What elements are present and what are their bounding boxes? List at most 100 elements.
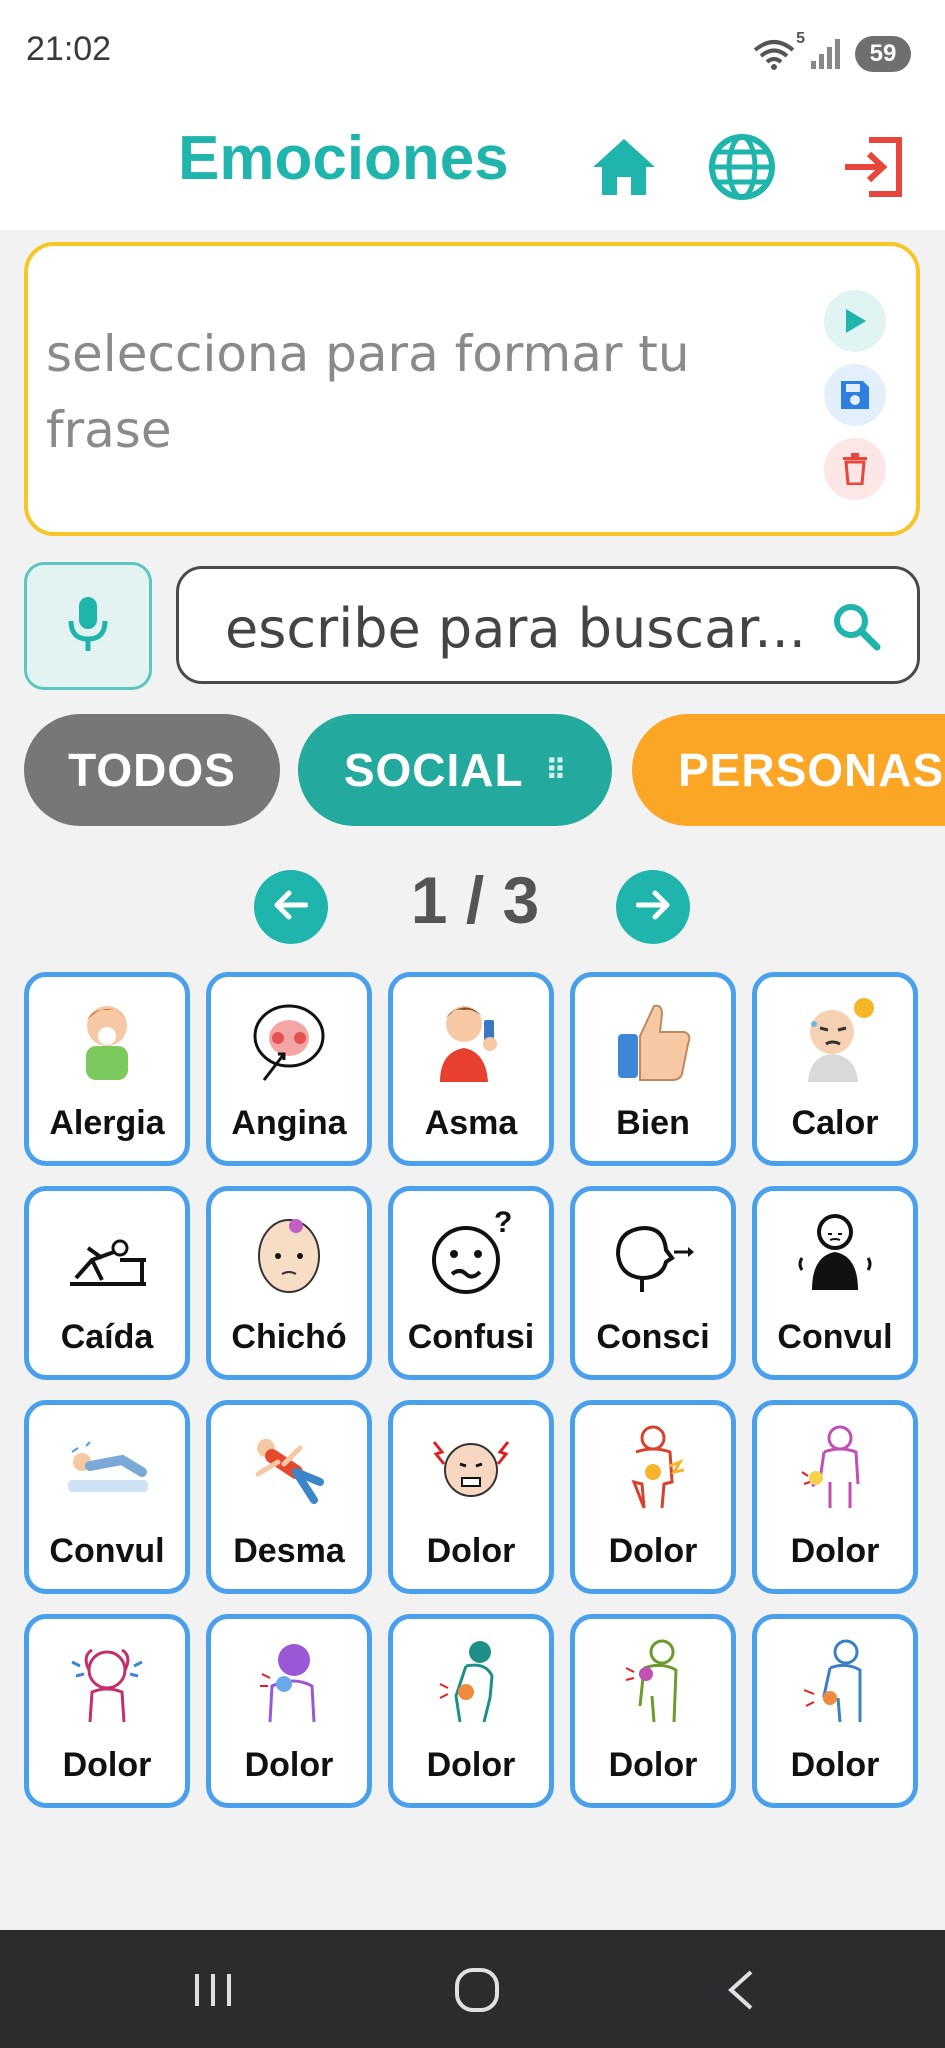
sneezing-child-icon — [59, 991, 155, 1087]
tile-label: Chichó — [231, 1318, 347, 1356]
stomach-pain-icon — [605, 1419, 701, 1515]
microphone-button[interactable] — [24, 562, 152, 690]
back-icon[interactable] — [706, 1960, 776, 2020]
tile-label: Desma — [233, 1532, 345, 1570]
globe-icon[interactable] — [704, 129, 780, 205]
pain-face-icon — [423, 1419, 519, 1515]
conscious-head-icon — [605, 1205, 701, 1301]
pictogram-tile[interactable]: Dolor — [752, 1400, 918, 1594]
inhaler-icon — [423, 991, 519, 1087]
signal-icon — [809, 37, 843, 71]
chip-label: PERSONAS — [678, 744, 945, 796]
pictogram-grid: Alergia Angina Asma Bien Calor Caída Chi… — [24, 972, 922, 1808]
throat-pain-icon — [241, 1633, 337, 1729]
save-icon[interactable] — [824, 364, 886, 426]
pictogram-tile[interactable]: Convul — [752, 1186, 918, 1380]
hot-sweating-icon — [787, 991, 883, 1087]
pictogram-tile[interactable]: Consci — [570, 1186, 736, 1380]
pictogram-tile[interactable]: ? Confusi — [388, 1186, 554, 1380]
pictogram-tile[interactable]: Chichó — [206, 1186, 372, 1380]
headache-icon — [59, 1633, 155, 1729]
tile-label: Convul — [777, 1318, 893, 1356]
tile-label: Dolor — [790, 1532, 880, 1570]
tile-label: Alergia — [49, 1104, 165, 1142]
exit-icon[interactable] — [834, 129, 910, 205]
hand-pain-icon — [787, 1633, 883, 1729]
play-icon[interactable] — [824, 290, 886, 352]
convulsion-person-icon — [787, 1205, 883, 1301]
drag-handle-icon[interactable]: ⠿ — [546, 754, 567, 787]
chip-label: SOCIAL — [343, 744, 524, 796]
open-mouth-throat-icon — [241, 991, 337, 1087]
pictogram-tile[interactable]: Angina — [206, 972, 372, 1166]
phrase-box[interactable]: selecciona para formar tu frase — [24, 242, 920, 536]
pictogram-tile[interactable]: Calor — [752, 972, 918, 1166]
tile-label: Dolor — [426, 1532, 516, 1570]
search-placeholder: escribe para buscar... — [225, 597, 806, 660]
tile-label: Dolor — [426, 1746, 516, 1784]
tile-label: Calor — [791, 1104, 879, 1142]
app-header: Emociones — [0, 105, 945, 230]
system-nav-bar — [0, 1930, 945, 2048]
back-pain-icon — [423, 1633, 519, 1729]
tile-label: Caída — [60, 1318, 154, 1356]
search-input[interactable]: escribe para buscar... — [176, 566, 920, 684]
pictogram-tile[interactable]: Convul — [24, 1400, 190, 1594]
thumbs-up-icon — [605, 991, 701, 1087]
tile-label: Dolor — [790, 1746, 880, 1784]
pictogram-tile[interactable]: Bien — [570, 972, 736, 1166]
pictogram-tile[interactable]: Asma — [388, 972, 554, 1166]
trash-icon[interactable] — [824, 438, 886, 500]
tile-label: Convul — [49, 1532, 165, 1570]
pictogram-tile[interactable]: Caída — [24, 1186, 190, 1380]
prev-page-button[interactable] — [254, 870, 328, 944]
status-time: 21:02 — [26, 30, 112, 68]
tile-label: Consci — [596, 1318, 710, 1356]
tile-label: Dolor — [62, 1746, 152, 1784]
tile-label: Angina — [231, 1104, 347, 1142]
status-bar: 21:02 5 59 — [0, 0, 945, 105]
recent-apps-icon[interactable] — [178, 1960, 248, 2020]
pictogram-tile[interactable]: Dolor — [570, 1614, 736, 1808]
category-chip-todos[interactable]: TODOS — [24, 714, 280, 826]
microphone-icon — [66, 595, 110, 658]
search-icon[interactable] — [829, 599, 883, 653]
arrow-left-icon — [274, 890, 309, 925]
pictogram-tile[interactable]: Dolor — [752, 1614, 918, 1808]
page-indicator: 1 / 3 — [410, 863, 540, 937]
falling-person-icon — [59, 1205, 155, 1301]
chip-label: TODOS — [68, 744, 236, 796]
pictogram-tile[interactable]: Alergia — [24, 972, 190, 1166]
tile-label: Dolor — [608, 1532, 698, 1570]
page-title: Emociones — [178, 124, 509, 193]
confused-face-icon: ? — [423, 1205, 519, 1301]
pictogram-tile[interactable]: Dolor — [24, 1614, 190, 1808]
tile-label: Asma — [424, 1104, 518, 1142]
pictogram-tile[interactable]: Dolor — [388, 1400, 554, 1594]
category-chip-personas[interactable]: PERSONAS — [632, 714, 945, 826]
fainting-icon — [241, 1419, 337, 1515]
pictogram-tile[interactable]: Dolor — [570, 1400, 736, 1594]
category-chip-social[interactable]: SOCIAL ⠿ — [298, 714, 612, 826]
tile-label: Bien — [616, 1104, 690, 1142]
pictogram-tile[interactable]: Dolor — [388, 1614, 554, 1808]
home-circle-icon[interactable] — [442, 1960, 512, 2020]
head-bump-icon — [241, 1205, 337, 1301]
wifi-icon: 5 — [751, 30, 805, 72]
pictogram-tile[interactable]: Dolor — [206, 1614, 372, 1808]
shoulder-pain-icon — [605, 1633, 701, 1729]
status-icons: 5 59 — [751, 30, 911, 74]
tile-label: Confusi — [407, 1318, 535, 1356]
phrase-placeholder: selecciona para formar tu frase — [46, 325, 690, 459]
svg-text:?: ? — [494, 1208, 512, 1239]
convulsion-bed-icon — [59, 1419, 155, 1515]
tile-label: Dolor — [244, 1746, 334, 1784]
battery-icon: 59 — [855, 36, 911, 72]
pictogram-tile[interactable]: Desma — [206, 1400, 372, 1594]
wifi-badge: 5 — [796, 30, 805, 47]
next-page-button[interactable] — [616, 870, 690, 944]
home-icon[interactable] — [586, 129, 662, 205]
tile-label: Dolor — [608, 1746, 698, 1784]
arrow-right-icon — [635, 890, 670, 925]
arm-pain-icon — [787, 1419, 883, 1515]
